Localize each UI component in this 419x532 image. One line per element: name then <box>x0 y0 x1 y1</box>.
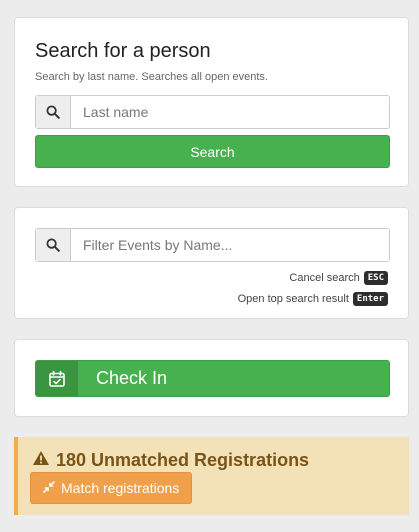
panel-subtitle: Search by last name. Searches all open e… <box>35 71 268 83</box>
event-filter-panel: Cancel search ESC Open top search result… <box>14 207 409 319</box>
panel-title: Search for a person <box>35 40 211 62</box>
alert-title: 180 Unmatched Registrations <box>32 450 309 471</box>
match-registrations-label: Match registrations <box>61 480 180 496</box>
cancel-search-hint: Cancel search ESC <box>289 271 388 285</box>
event-filter-input-group <box>35 228 390 262</box>
alert-title-text: 180 Unmatched Registrations <box>56 450 310 470</box>
search-button[interactable]: Search <box>35 135 390 168</box>
search-icon <box>36 96 71 128</box>
person-search-panel: Search for a person Search by last name.… <box>14 17 409 187</box>
unmatched-registrations-alert: 180 Unmatched Registrations Match regist… <box>14 437 409 515</box>
calendar-check-icon <box>36 361 78 396</box>
match-registrations-button[interactable]: Match registrations <box>30 472 193 504</box>
check-in-button[interactable]: Check In <box>35 360 390 397</box>
open-top-result-hint: Open top search result Enter <box>238 292 388 306</box>
cancel-search-hint-text: Cancel search <box>289 272 360 284</box>
checkin-panel: Check In <box>14 339 409 417</box>
open-top-result-hint-text: Open top search result <box>237 293 349 305</box>
check-in-label: Check In <box>96 368 168 388</box>
warning-icon <box>32 450 50 471</box>
compress-icon <box>43 480 55 496</box>
enter-key-badge: Enter <box>352 292 388 306</box>
event-filter-input[interactable] <box>71 229 389 261</box>
last-name-input[interactable] <box>71 96 389 128</box>
esc-key-badge: ESC <box>363 271 388 285</box>
last-name-input-group <box>35 95 390 129</box>
search-icon <box>36 229 71 261</box>
